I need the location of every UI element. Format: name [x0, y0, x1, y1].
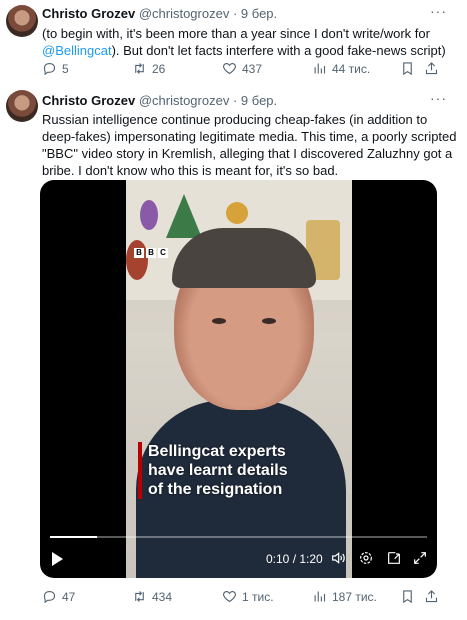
volume-icon [332, 552, 345, 564]
tweet-1[interactable]: Christo Grozev @christogrozev · 9 бер. ·… [0, 0, 467, 84]
avatar[interactable] [6, 90, 38, 122]
like-button[interactable]: 437 [222, 61, 262, 76]
tweet-text-part: (to begin with, it's been more than a ye… [42, 26, 430, 41]
tweet-header: Christo Grozev @christogrozev · 9 бер. [42, 93, 277, 108]
avatar[interactable] [6, 5, 38, 37]
logo-letter: C [158, 248, 168, 258]
author-name[interactable]: Christo Grozev [42, 93, 135, 108]
tweet-time[interactable]: 9 бер. [241, 93, 277, 108]
reply-button[interactable]: 47 [42, 589, 75, 604]
views-count: 44 тис. [332, 61, 371, 76]
ornament [140, 200, 158, 230]
ornament [226, 202, 248, 224]
share-icon [425, 62, 438, 75]
fullscreen-icon [414, 552, 426, 564]
settings-button[interactable] [358, 550, 374, 566]
fullscreen-button[interactable] [412, 550, 428, 566]
author-handle[interactable]: @christogrozev [139, 93, 230, 108]
logo-letter: B [146, 248, 156, 258]
progress-fill [50, 536, 98, 538]
bbc-logo: B B C [134, 248, 168, 258]
dock-icon [388, 552, 400, 564]
retweet-count: 26 [152, 61, 166, 76]
share-button[interactable] [424, 589, 439, 604]
like-button[interactable]: 1 тис. [222, 589, 274, 604]
retweet-icon [135, 591, 144, 602]
action-bar: 47 434 1 тис. 187 тис. [42, 589, 457, 607]
reply-count: 47 [62, 589, 76, 604]
reply-count: 5 [62, 61, 69, 76]
video-frame[interactable] [126, 180, 352, 578]
like-count: 1 тис. [242, 589, 274, 604]
bookmark-button[interactable] [400, 61, 415, 76]
share-icon [425, 590, 438, 603]
more-icon[interactable]: ··· [430, 3, 447, 19]
gear-icon [360, 552, 372, 564]
eye [262, 318, 276, 324]
mention-link[interactable]: @Bellingcat [42, 43, 112, 58]
bookmark-button[interactable] [400, 589, 415, 604]
video-player[interactable]: B B C Bellingcat experts have learnt det… [40, 180, 437, 578]
reply-icon [43, 590, 56, 604]
video-caption: Bellingcat experts have learnt details o… [138, 442, 288, 499]
reply-icon [43, 62, 56, 76]
caption-line: Bellingcat experts [148, 443, 286, 460]
heart-icon [223, 590, 236, 603]
progress-bar[interactable] [50, 536, 427, 538]
views-button[interactable]: 187 тис. [312, 589, 377, 604]
views-button[interactable]: 44 тис. [312, 61, 370, 76]
tweet-text: (to begin with, it's been more than a ye… [42, 25, 457, 59]
tree-ornament [166, 194, 202, 238]
bookmark-icon [403, 62, 412, 76]
play-icon[interactable] [52, 552, 63, 566]
views-icon [314, 63, 326, 74]
eye [212, 318, 226, 324]
person-hair [172, 228, 316, 288]
author-name[interactable]: Christo Grozev [42, 6, 135, 21]
ornament [126, 240, 148, 280]
separator-dot: · [232, 6, 238, 21]
timecode: 0:10 / 1:20 [266, 552, 323, 566]
retweet-button[interactable]: 434 [132, 589, 172, 604]
heart-icon [223, 62, 236, 75]
retweet-count: 434 [152, 589, 173, 604]
retweet-button[interactable]: 26 [132, 61, 165, 76]
video-controls: 0:10 / 1:20 [40, 548, 437, 570]
tweet-text: Russian intelligence continue producing … [42, 112, 457, 178]
caption-line: have learnt details [148, 462, 288, 479]
action-bar: 5 26 437 44 тис. [42, 61, 457, 79]
logo-letter: B [134, 248, 144, 258]
tweet-time[interactable]: 9 бер. [241, 6, 277, 21]
caption-line: of the resignation [148, 481, 283, 498]
tweet-text-part: ). But don't let facts interfere with a … [111, 43, 446, 58]
dock-button[interactable] [386, 550, 402, 566]
author-handle[interactable]: @christogrozev [139, 6, 230, 21]
volume-button[interactable] [330, 550, 346, 566]
reply-button[interactable]: 5 [42, 61, 69, 76]
tweet-header: Christo Grozev @christogrozev · 9 бер. [42, 6, 277, 21]
retweet-icon [135, 63, 144, 74]
views-count: 187 тис. [332, 589, 377, 604]
share-button[interactable] [424, 61, 439, 76]
separator-dot: · [232, 93, 238, 108]
views-icon [314, 591, 326, 602]
more-icon[interactable]: ··· [430, 90, 447, 106]
like-count: 437 [242, 61, 263, 76]
bookmark-icon [403, 590, 412, 604]
